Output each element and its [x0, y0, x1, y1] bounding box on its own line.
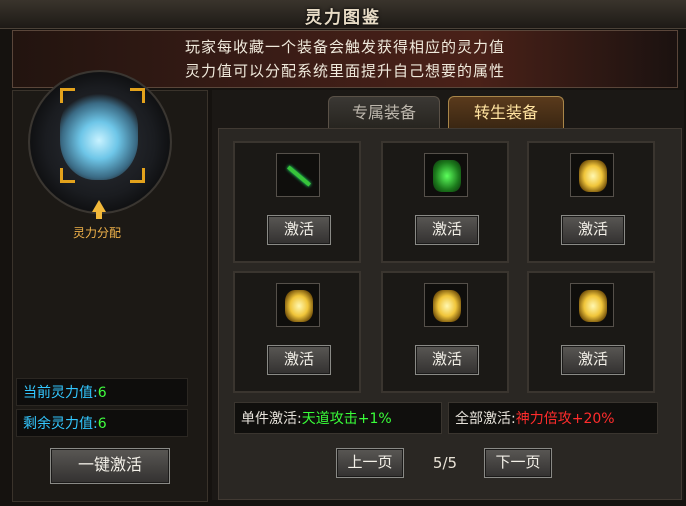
window-title: 灵力图鉴: [305, 8, 381, 28]
equipment-cell: 激活: [381, 141, 509, 263]
equipment-cell: 激活: [527, 271, 655, 393]
tab-exclusive-equipment[interactable]: 专属装备: [328, 96, 440, 129]
gold-armor-icon[interactable]: [276, 283, 320, 327]
activate-button[interactable]: 激活: [415, 345, 479, 375]
gold-armor-icon[interactable]: [570, 283, 614, 327]
current-spirit-value: 6: [97, 385, 107, 401]
title-bar: 灵力图鉴: [0, 0, 686, 29]
arrow-up-stem: [96, 211, 102, 219]
activate-button[interactable]: 激活: [267, 345, 331, 375]
select-corner-tr-icon: [130, 88, 145, 103]
full-activation-label: 全部激活:: [455, 411, 516, 427]
single-activation-bonus: 单件激活:天道攻击+1%: [234, 402, 442, 434]
banner-line-1: 玩家每收藏一个装备会触发获得相应的灵力值: [184, 38, 505, 56]
activate-button[interactable]: 激活: [267, 215, 331, 245]
current-spirit-label: 当前灵力值:: [23, 385, 98, 401]
equipment-cell: 激活: [381, 271, 509, 393]
select-corner-bl-icon: [60, 168, 75, 183]
single-activation-value: 天道攻击+1%: [301, 411, 392, 427]
equipment-grid: 激活 激活 激活 激活 激活 激活: [218, 128, 682, 500]
equipment-cell: 激活: [233, 271, 361, 393]
remaining-spirit-label: 剩余灵力值:: [23, 416, 98, 432]
tab-rebirth-equipment[interactable]: 转生装备: [448, 96, 564, 129]
gold-armor-icon[interactable]: [570, 153, 614, 197]
spirit-dragon-icon[interactable]: [60, 92, 138, 180]
select-corner-br-icon: [130, 168, 145, 183]
page-indicator: 5/5: [432, 454, 458, 472]
remaining-spirit-stat: 剩余灵力值:6: [16, 409, 188, 437]
activate-button[interactable]: 激活: [561, 345, 625, 375]
spirit-codex-window: 灵力图鉴 玩家每收藏一个装备会触发获得相应的灵力值 灵力值可以分配系统里面提升自…: [0, 0, 686, 506]
activate-all-button[interactable]: 一键激活: [50, 448, 170, 484]
green-sword-icon[interactable]: [276, 153, 320, 197]
full-activation-bonus: 全部激活:神力倍攻+20%: [448, 402, 658, 434]
green-armor-icon[interactable]: [424, 153, 468, 197]
single-activation-label: 单件激活:: [241, 411, 302, 427]
gold-armor-icon[interactable]: [424, 283, 468, 327]
remaining-spirit-value: 6: [97, 416, 107, 432]
activate-button[interactable]: 激活: [415, 215, 479, 245]
prev-page-button[interactable]: 上一页: [336, 448, 404, 478]
full-activation-value: 神力倍攻+20%: [515, 411, 615, 427]
equipment-cell: 激活: [233, 141, 361, 263]
alloc-label[interactable]: 灵力分配: [20, 224, 174, 241]
equipment-cell: 激活: [527, 141, 655, 263]
activate-button[interactable]: 激活: [561, 215, 625, 245]
current-spirit-stat: 当前灵力值:6: [16, 378, 188, 406]
next-page-button[interactable]: 下一页: [484, 448, 552, 478]
select-corner-tl-icon: [60, 88, 75, 103]
